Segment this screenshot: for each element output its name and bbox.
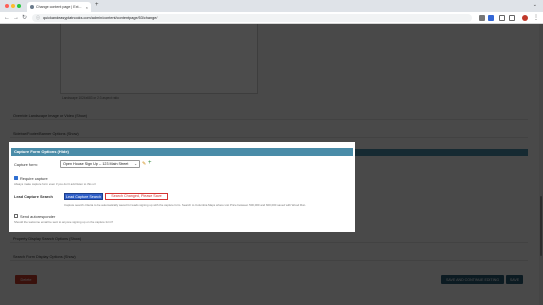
close-tab-icon[interactable]: ×: [86, 5, 88, 10]
forward-button[interactable]: →: [13, 14, 19, 22]
capture-form-options-header[interactable]: Capture Form Options (Hide): [11, 148, 353, 156]
extensions-puzzle-icon[interactable]: [499, 15, 505, 21]
search-changed-warning: Search Changed, Please Save: [105, 193, 168, 200]
capture-form-select[interactable]: Open House Sign Up -- 123 Main Street ⌄: [60, 160, 140, 168]
extension-icon[interactable]: [479, 15, 485, 21]
browser-tab[interactable]: Change content page | Ext... ×: [27, 2, 91, 12]
browser-menu-icon[interactable]: ⋮: [533, 15, 539, 21]
extension-icon[interactable]: [488, 15, 494, 21]
edit-pencil-icon[interactable]: ✎: [142, 161, 146, 167]
reload-button[interactable]: ↻: [22, 14, 27, 22]
new-tab-button[interactable]: +: [95, 2, 99, 8]
require-capture-checkbox[interactable]: [14, 176, 18, 180]
capture-form-options-panel: Capture Form Options (Hide) Capture form…: [9, 142, 355, 232]
capture-form-selected-value: Open House Sign Up -- 123 Main Street: [63, 162, 129, 166]
minimize-window-icon[interactable]: [11, 4, 15, 8]
lead-capture-search-button[interactable]: Lead Capture Search: [64, 193, 103, 200]
lead-capture-search-help: Capture search criteria to be automatica…: [64, 203, 307, 207]
send-autoresponder-help: Should the welcome email be sent to anyo…: [14, 220, 113, 224]
capture-form-label: Capture form:: [14, 162, 38, 167]
send-autoresponder-checkbox[interactable]: [14, 214, 18, 218]
back-button[interactable]: ←: [4, 14, 10, 22]
address-bar[interactable]: ⓘ quickandeasyplatnooks.com/admin/conten…: [32, 14, 472, 22]
lead-capture-search-label: Lead Capture Search: [14, 194, 53, 199]
tab-title: Change content page | Ext...: [36, 5, 82, 9]
sidebar-icon[interactable]: [509, 15, 515, 21]
require-capture-help: Always make capture form even if you don…: [14, 182, 96, 186]
require-capture-label: Require capture: [20, 176, 48, 181]
chevron-down-icon: ⌄: [134, 162, 137, 166]
browser-tab-bar: Change content page | Ext... × + ⌄: [0, 0, 543, 12]
send-autoresponder-label: Send autoresponder: [20, 214, 56, 219]
browser-toolbar: ← → ↻ ⓘ quickandeasyplatnooks.com/admin/…: [0, 12, 543, 24]
profile-avatar[interactable]: [522, 15, 528, 21]
close-window-icon[interactable]: [5, 4, 9, 8]
url-text[interactable]: quickandeasyplatnooks.com/admin/content/…: [43, 16, 157, 20]
maximize-window-icon[interactable]: [17, 4, 21, 8]
site-info-icon[interactable]: ⓘ: [36, 15, 40, 21]
add-plus-icon[interactable]: +: [148, 160, 152, 167]
favicon-icon: [30, 5, 34, 9]
tab-menu-icon[interactable]: ⌄: [533, 2, 537, 8]
